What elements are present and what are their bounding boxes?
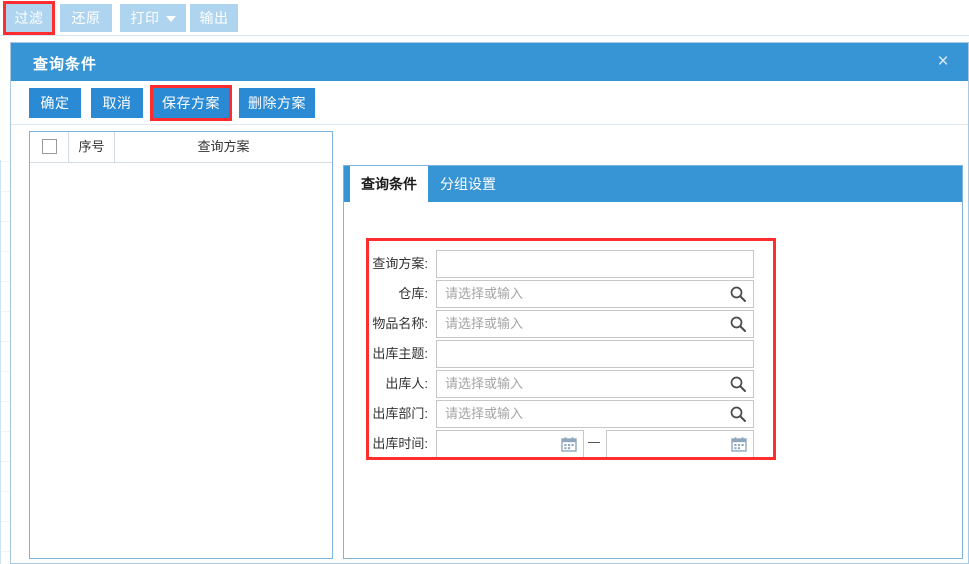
calendar-icon[interactable] (731, 436, 747, 452)
outbound-time-field-end[interactable] (606, 430, 754, 458)
outbound-department-field-row: 出库部门: 请选择或输入 (344, 400, 764, 430)
outbound-person-field-input[interactable]: 请选择或输入 (436, 370, 754, 398)
query-scheme-field-row: 查询方案: (344, 250, 764, 280)
save-scheme-button-label: 保存方案 (162, 95, 220, 111)
item-name-field-row: 物品名称: 请选择或输入 (344, 310, 764, 340)
dialog-title: 查询条件 (33, 56, 98, 73)
outbound-subject-field-input[interactable] (436, 340, 754, 368)
outbound-subject-field-label: 出库主题: (372, 346, 428, 361)
calendar-icon[interactable] (561, 436, 577, 452)
confirm-button-label: 确定 (40, 95, 70, 111)
conditions-panel: 查询条件 分组设置 查询方案: 仓库: 请选择或输入 物品名称: 请选择或输入 出库主题: 出… (343, 165, 963, 559)
item-name-field-input[interactable]: 请选择或输入 (436, 310, 754, 338)
cancel-button-label: 取消 (102, 95, 132, 111)
outbound-department-field-input[interactable]: 请选择或输入 (436, 400, 754, 428)
delete-scheme-button-label: 删除方案 (248, 95, 306, 111)
close-icon[interactable]: × (932, 51, 954, 73)
search-icon[interactable] (729, 285, 747, 303)
save-scheme-button[interactable]: 保存方案 (150, 85, 232, 121)
warehouse-field-input[interactable]: 请选择或输入 (436, 280, 754, 308)
restore-button[interactable]: 还原 (60, 4, 112, 32)
outbound-subject-field-row: 出库主题: (344, 340, 764, 370)
scheme-list-panel: 序号 查询方案 (29, 131, 333, 559)
outbound-time-field-row: 出库时间: (344, 430, 764, 460)
confirm-button[interactable]: 确定 (29, 88, 81, 118)
item-name-field-label: 物品名称: (372, 316, 428, 331)
app-root: 过滤 还原 打印 输出 查询条件 × 确定 取消 保存方案 删除方案 序号 查询方案 查询条… (0, 0, 969, 564)
outbound-person-field-label: 出库人: (385, 376, 428, 391)
search-icon[interactable] (729, 405, 747, 423)
dialog-action-bar: 确定 取消 保存方案 删除方案 (11, 81, 968, 125)
filter-button[interactable]: 过滤 (3, 1, 55, 35)
filter-button-label: 过滤 (14, 10, 44, 26)
outbound-department-field-label: 出库部门: (372, 406, 428, 421)
warehouse-field-row: 仓库: 请选择或输入 (344, 280, 764, 310)
search-icon[interactable] (729, 375, 747, 393)
export-button[interactable]: 输出 (190, 4, 238, 32)
tab-group-settings-label: 分组设置 (440, 176, 496, 192)
background-toolbar: 过滤 还原 打印 输出 (0, 0, 969, 36)
outbound-person-field-row: 出库人: 请选择或输入 (344, 370, 764, 400)
scheme-column-name: 查询方案 (114, 132, 332, 162)
outbound-time-field-label: 出库时间: (372, 436, 428, 451)
outbound-person-field-placeholder: 请选择或输入 (445, 376, 524, 391)
warehouse-field-label: 仓库: (398, 286, 428, 301)
tab-group-settings[interactable]: 分组设置 (428, 166, 508, 202)
warehouse-field-placeholder: 请选择或输入 (445, 286, 524, 301)
tab-query-conditions[interactable]: 查询条件 (350, 166, 428, 202)
delete-scheme-button[interactable]: 删除方案 (239, 88, 315, 118)
item-name-field-placeholder: 请选择或输入 (445, 316, 524, 331)
cancel-button[interactable]: 取消 (91, 88, 143, 118)
scheme-list-body[interactable] (30, 163, 332, 558)
tab-query-conditions-label: 查询条件 (361, 176, 417, 192)
background-grid-left-border (0, 160, 1, 564)
select-all-checkbox[interactable] (41, 139, 57, 155)
export-button-label: 输出 (199, 10, 229, 26)
conditions-form: 查询方案: 仓库: 请选择或输入 物品名称: 请选择或输入 出库主题: 出库人: 请选择或输入… (344, 202, 962, 558)
chevron-down-icon (165, 16, 176, 23)
query-conditions-dialog: 查询条件 × 确定 取消 保存方案 删除方案 序号 查询方案 查询条件 分组设置 查询方… (10, 42, 969, 564)
print-button-label: 打印 (130, 10, 160, 26)
search-icon[interactable] (729, 315, 747, 333)
print-button[interactable]: 打印 (120, 4, 186, 32)
conditions-tabbar: 查询条件 分组设置 (344, 166, 962, 202)
scheme-column-seq: 序号 (68, 132, 114, 162)
restore-button-label: 还原 (71, 10, 101, 26)
outbound-department-field-placeholder: 请选择或输入 (445, 406, 524, 421)
query-scheme-field-label: 查询方案: (372, 256, 428, 271)
query-scheme-field-input[interactable] (436, 250, 754, 278)
scheme-select-all-cell[interactable] (30, 132, 68, 162)
outbound-time-field-separator (588, 442, 600, 443)
dialog-header: 查询条件 × (11, 43, 968, 81)
outbound-time-field-start[interactable] (436, 430, 584, 458)
scheme-list-header: 序号 查询方案 (30, 132, 332, 163)
